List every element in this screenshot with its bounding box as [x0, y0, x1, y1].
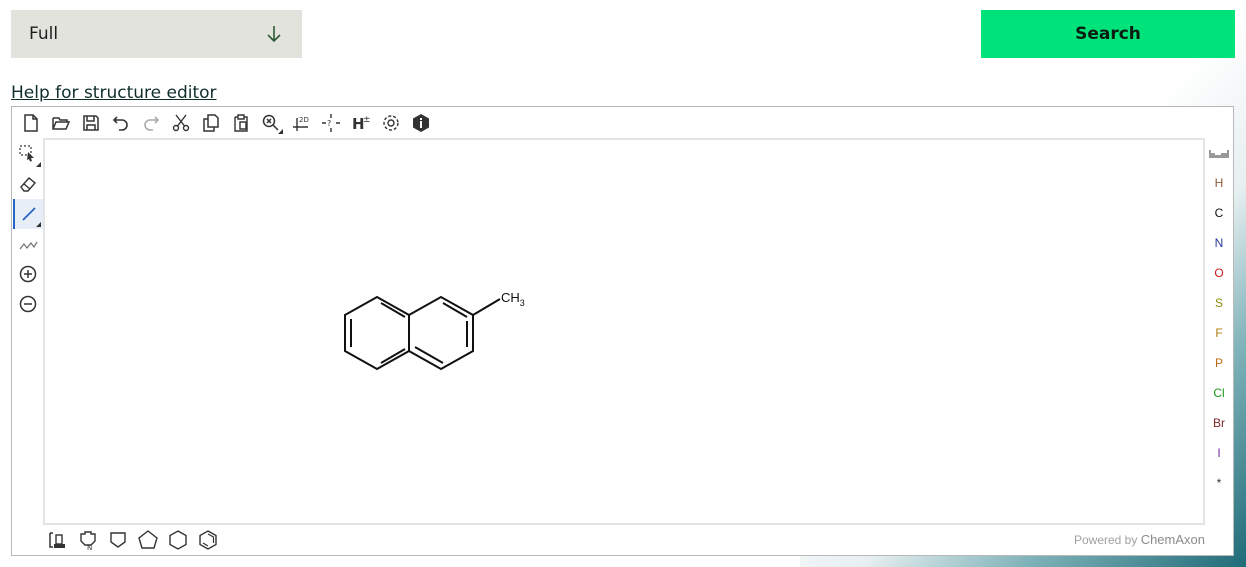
heterocycle-icon: N [80, 531, 96, 551]
clean-2d-button[interactable]: 2D [286, 110, 316, 136]
gear-icon [383, 115, 399, 131]
element-button-h[interactable]: H [1205, 168, 1233, 198]
element-button-f[interactable]: F [1205, 318, 1233, 348]
paste-icon [234, 114, 248, 132]
element-button-br[interactable]: Br [1205, 408, 1233, 438]
search-type-select[interactable]: Full [11, 10, 302, 58]
save-button[interactable] [76, 110, 106, 136]
element-button-o[interactable]: O [1205, 258, 1233, 288]
svg-text:N: N [87, 544, 92, 551]
new-document-button[interactable] [16, 110, 46, 136]
increase-charge-button[interactable] [13, 259, 43, 289]
top-toolbar: 2D ? H ± [16, 110, 436, 136]
element-button-c[interactable]: C [1205, 198, 1233, 228]
benzene-template-button[interactable] [193, 527, 223, 553]
bottom-toolbar: N [43, 527, 223, 553]
info-button[interactable] [406, 110, 436, 136]
dropdown-corner-icon [278, 129, 283, 134]
naphthalene-bonds [344, 295, 501, 371]
search-type-value: Full [29, 24, 59, 44]
cyclopentane-template-button[interactable] [133, 527, 163, 553]
structure-editor: 2D ? H ± CH3 H C N O S F P Cl Br I * N P… [11, 106, 1234, 556]
plus-circle-icon [19, 265, 37, 283]
zoom-button[interactable] [256, 110, 286, 136]
element-button-i[interactable]: I [1205, 438, 1233, 468]
template-library-icon [49, 532, 65, 548]
powered-by-label: Powered by ChemAxon [1073, 532, 1205, 547]
element-button-s[interactable]: S [1205, 288, 1233, 318]
benzene-icon [199, 530, 217, 550]
undo-icon [112, 116, 128, 131]
scissors-icon [172, 114, 190, 132]
info-icon [413, 114, 429, 132]
element-toolbar: H C N O S F P Cl Br I * [1205, 138, 1233, 498]
selection-tool-button[interactable] [13, 139, 43, 169]
ring-nitrogen-template-button[interactable]: N [73, 527, 103, 553]
element-button-p[interactable]: P [1205, 348, 1233, 378]
query-icon: ? [322, 114, 340, 132]
copy-button[interactable] [196, 110, 226, 136]
cyclobutane-template-button[interactable] [103, 527, 133, 553]
eraser-icon [20, 177, 36, 192]
search-button[interactable]: Search [981, 10, 1235, 58]
pentagon-icon [138, 530, 158, 549]
square-ring-icon [110, 532, 126, 548]
query-bond-button[interactable]: ? [316, 110, 346, 136]
redo-button[interactable] [136, 110, 166, 136]
copy-icon [203, 114, 219, 132]
svg-text:?: ? [327, 119, 331, 128]
eraser-tool-button[interactable] [13, 169, 43, 199]
clean-2d-icon: 2D [293, 116, 309, 131]
drawing-canvas[interactable]: CH3 [43, 138, 1205, 525]
decrease-charge-button[interactable] [13, 289, 43, 319]
svg-text:2D: 2D [299, 116, 309, 124]
periodic-table-icon [1209, 150, 1229, 158]
element-button-cl[interactable]: Cl [1205, 378, 1233, 408]
paste-button[interactable] [226, 110, 256, 136]
dropdown-corner-icon [36, 162, 41, 167]
new-document-icon [24, 114, 38, 132]
cut-button[interactable] [166, 110, 196, 136]
element-button-n[interactable]: N [1205, 228, 1233, 258]
molecule-structure: CH3 [344, 290, 525, 371]
hexagon-icon [169, 530, 187, 550]
folder-open-icon [52, 117, 71, 130]
minus-circle-icon [19, 295, 37, 313]
save-icon [83, 115, 99, 131]
hydrogen-toggle-icon: H± [352, 115, 371, 133]
chain-icon [19, 241, 38, 250]
svg-text:±: ± [363, 115, 371, 125]
periodic-table-button[interactable] [1205, 138, 1233, 168]
help-link[interactable]: Help for structure editor [11, 83, 217, 103]
undo-button[interactable] [106, 110, 136, 136]
bond-tool-button[interactable] [13, 199, 43, 229]
chemaxon-brand: ChemAxon [1140, 532, 1205, 547]
element-list: H C N O S F P Cl Br I * [1205, 168, 1233, 498]
select-icon [19, 145, 34, 162]
hydrogen-toggle-button[interactable]: H ± [346, 110, 376, 136]
open-button[interactable] [46, 110, 76, 136]
chain-tool-button[interactable] [13, 229, 43, 259]
dropdown-corner-icon [36, 222, 41, 227]
settings-button[interactable] [376, 110, 406, 136]
arrow-down-icon [267, 26, 281, 43]
cyclohexane-template-button[interactable] [163, 527, 193, 553]
template-library-button[interactable] [43, 527, 73, 553]
redo-icon [144, 116, 160, 131]
element-button-any[interactable]: * [1205, 468, 1233, 498]
single-bond-icon [22, 207, 36, 221]
methyl-label: CH3 [501, 290, 525, 308]
left-toolbar [13, 139, 43, 319]
